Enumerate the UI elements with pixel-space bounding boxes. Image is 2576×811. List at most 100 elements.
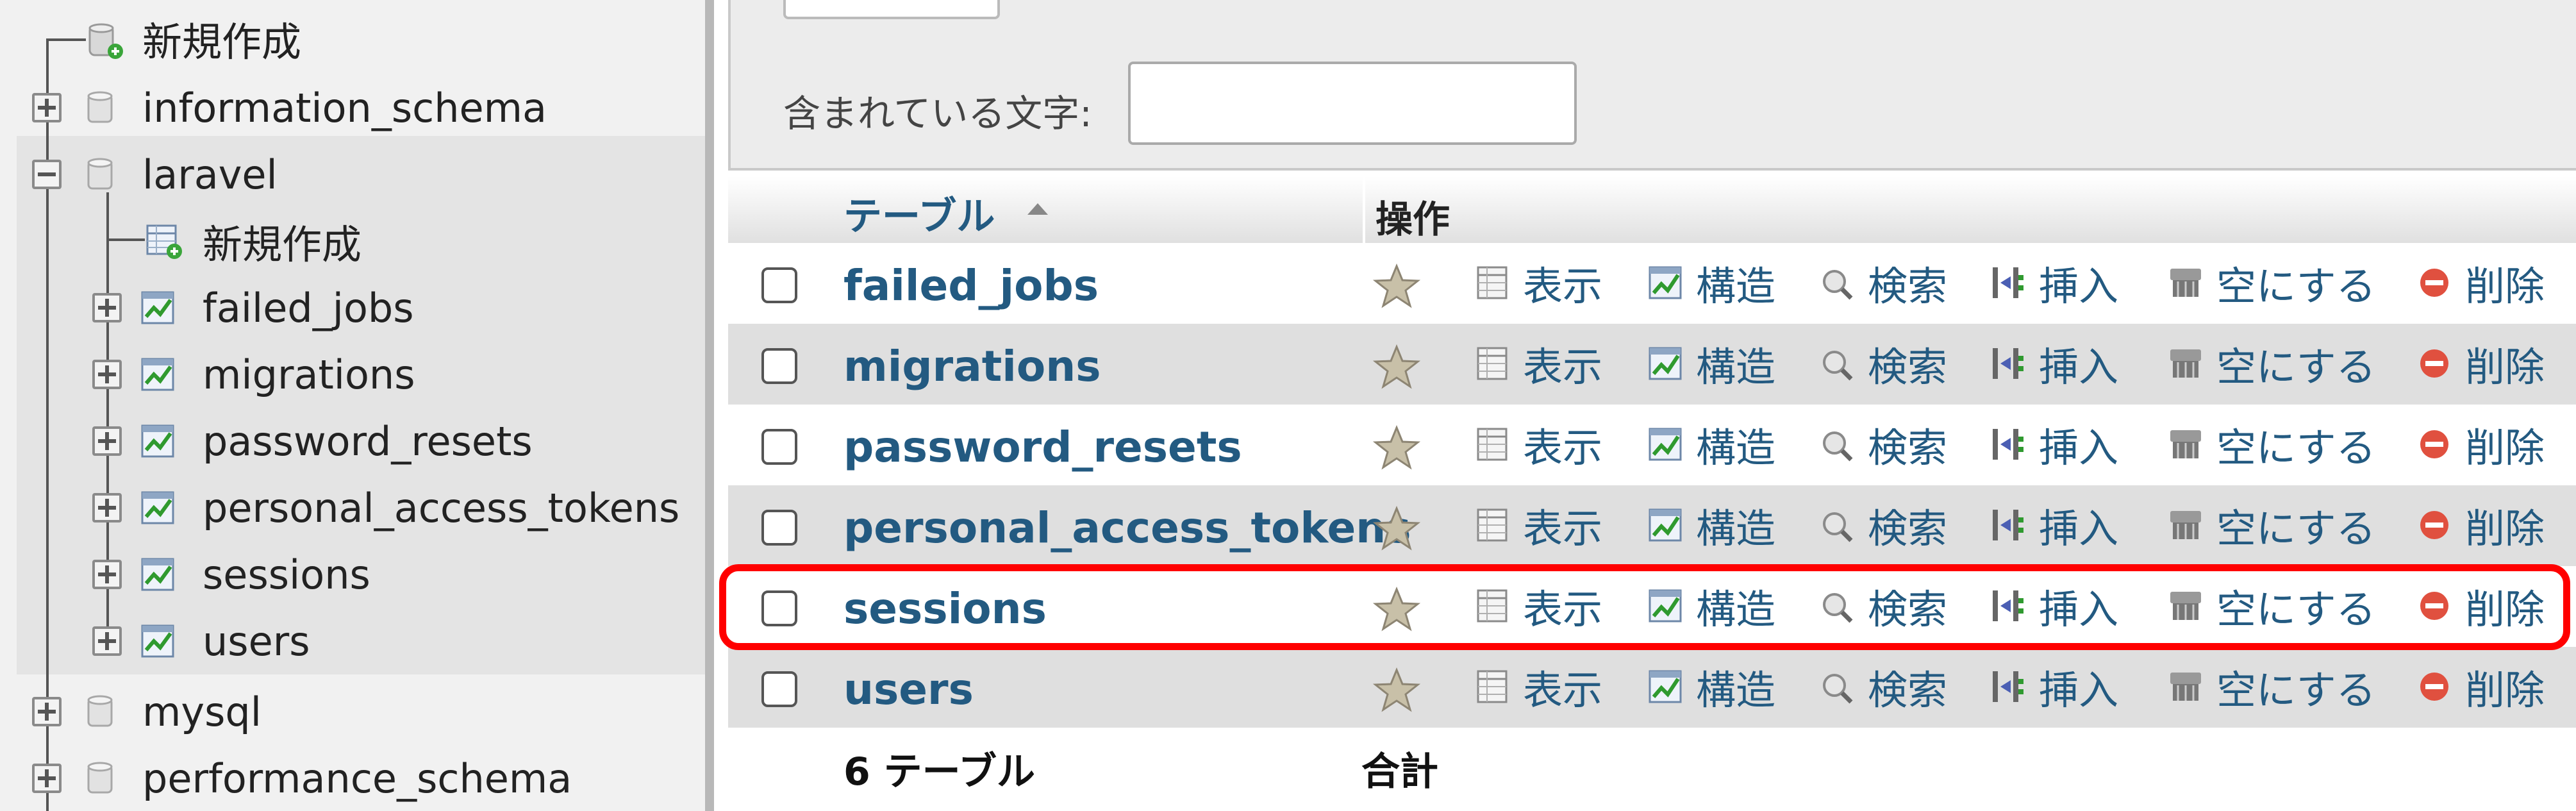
nav-new-database[interactable]: 新規作成 (0, 5, 705, 72)
action-insert[interactable]: 挿入 (1988, 499, 2118, 552)
nav-db-mysql[interactable]: mysql (0, 678, 705, 745)
row-checkbox[interactable] (761, 671, 797, 707)
action-label: 構造 (1696, 263, 1776, 310)
action-browse[interactable]: 表示 (1472, 661, 1603, 714)
favorite-star-icon[interactable] (1372, 666, 1421, 715)
action-empty[interactable]: 空にする (2165, 338, 2376, 390)
expand-icon[interactable] (92, 293, 122, 322)
expand-icon[interactable] (92, 560, 122, 589)
expand-icon[interactable] (32, 93, 62, 122)
action-drop[interactable]: 削除 (2414, 257, 2545, 310)
nav-db-performance-schema[interactable]: performance_schema (0, 745, 705, 811)
action-search[interactable]: 検索 (1816, 661, 1947, 714)
action-drop[interactable]: 削除 (2414, 661, 2545, 714)
row-checkbox[interactable] (761, 510, 797, 546)
action-structure[interactable]: 構造 (1645, 257, 1775, 310)
table-name-link[interactable]: failed_jobs (843, 261, 1099, 310)
table-name-link[interactable]: password_resets (843, 422, 1242, 472)
action-label: 構造 (1696, 344, 1776, 390)
action-search[interactable]: 検索 (1816, 499, 1947, 552)
previous-input[interactable] (783, 0, 1000, 19)
nav-db-laravel[interactable]: laravel (0, 141, 705, 208)
favorite-star-icon[interactable] (1372, 262, 1421, 311)
table-row: password_resets 表示 構造 検索 挿入 空にする 削除 (728, 405, 2576, 485)
action-empty[interactable]: 空にする (2165, 419, 2376, 471)
action-search[interactable]: 検索 (1816, 419, 1947, 471)
action-label: 構造 (1696, 505, 1776, 552)
expand-icon[interactable] (92, 426, 122, 456)
nav-table-sessions[interactable]: sessions (0, 541, 705, 608)
database-icon (87, 91, 113, 123)
action-search[interactable]: 検索 (1816, 338, 1948, 390)
header-table-sort-link[interactable]: テーブル (843, 185, 995, 241)
action-empty[interactable]: 空にする (2165, 499, 2376, 552)
favorite-star-icon[interactable] (1372, 505, 1421, 553)
favorite-star-icon[interactable] (1372, 424, 1421, 472)
action-label: 空にする (2216, 263, 2376, 310)
action-browse[interactable]: 表示 (1472, 338, 1602, 390)
action-label: 空にする (2216, 424, 2376, 471)
action-empty[interactable]: 空にする (2165, 661, 2376, 714)
nav-new-table[interactable]: 新規作成 (0, 208, 705, 274)
search-icon (1823, 270, 1853, 300)
action-drop[interactable]: 削除 (2414, 419, 2545, 471)
table-name-link[interactable]: users (843, 665, 974, 714)
empty-icon (2170, 511, 2201, 539)
action-structure[interactable]: 構造 (1645, 419, 1775, 471)
action-insert[interactable]: 挿入 (1988, 257, 2118, 310)
structure-icon (1649, 670, 1682, 703)
database-icon (87, 695, 113, 727)
nav-table-password-resets[interactable]: password_resets (0, 408, 705, 474)
action-browse[interactable]: 表示 (1472, 257, 1602, 310)
drop-icon (2420, 349, 2448, 378)
panel-splitter[interactable] (705, 0, 714, 811)
expand-icon[interactable] (92, 626, 122, 656)
row-checkbox[interactable] (761, 348, 797, 384)
nav-table-label: migrations (203, 351, 415, 398)
action-empty[interactable]: 空にする (2165, 257, 2376, 310)
action-browse[interactable]: 表示 (1472, 499, 1603, 552)
action-structure[interactable]: 構造 (1645, 499, 1776, 552)
table-icon (141, 491, 174, 524)
collapse-icon[interactable] (32, 160, 62, 189)
table-name-link[interactable]: migrations (843, 342, 1101, 391)
action-browse[interactable]: 表示 (1472, 419, 1602, 471)
expand-icon[interactable] (92, 493, 122, 523)
table-count: 6 テーブル (843, 749, 1036, 794)
action-insert[interactable]: 挿入 (1988, 338, 2118, 390)
filter-input[interactable] (1128, 62, 1577, 145)
action-structure[interactable]: 構造 (1645, 338, 1776, 390)
action-drop[interactable]: 削除 (2414, 338, 2545, 390)
table-row: personal_access_tokens 表示 構造 検索 挿入 空にする 削除 (728, 485, 2576, 566)
nav-db-label: mysql (142, 688, 262, 735)
nav-table-label: password_resets (203, 417, 533, 465)
favorite-star-icon[interactable] (1372, 343, 1421, 392)
nav-db-information-schema[interactable]: information_schema (0, 74, 705, 141)
nav-new-database-label: 新規作成 (142, 19, 302, 65)
action-insert[interactable]: 挿入 (1988, 419, 2118, 471)
nav-table-personal-access-tokens[interactable]: personal_access_tokens (0, 474, 705, 541)
action-label: 表示 (1523, 505, 1603, 552)
action-label: 削除 (2465, 344, 2545, 390)
nav-table-users[interactable]: users (0, 608, 705, 674)
action-insert[interactable]: 挿入 (1988, 661, 2118, 714)
filter-fieldset: 含まれている文字: (728, 0, 2576, 171)
action-drop[interactable]: 削除 (2414, 499, 2545, 552)
expand-icon[interactable] (92, 360, 122, 389)
action-structure[interactable]: 構造 (1645, 661, 1775, 714)
nav-table-failed-jobs[interactable]: failed_jobs (0, 274, 705, 341)
expand-icon[interactable] (32, 764, 62, 793)
table-icon (141, 291, 174, 324)
action-label: 挿入 (2039, 263, 2119, 310)
expand-icon[interactable] (32, 697, 62, 726)
row-checkbox[interactable] (761, 267, 797, 303)
table-name-link[interactable]: personal_access_tokens (843, 503, 1411, 553)
action-search[interactable]: 検索 (1816, 257, 1947, 310)
table-icon (141, 558, 174, 591)
nav-table-migrations[interactable]: migrations (0, 341, 705, 408)
action-label: 検索 (1868, 344, 1948, 390)
row-checkbox[interactable] (761, 429, 797, 465)
action-label: 表示 (1523, 667, 1603, 714)
action-label: 表示 (1523, 263, 1603, 310)
table-row: failed_jobs 表示 構造 検索 挿入 空にする 削除 (728, 243, 2576, 324)
